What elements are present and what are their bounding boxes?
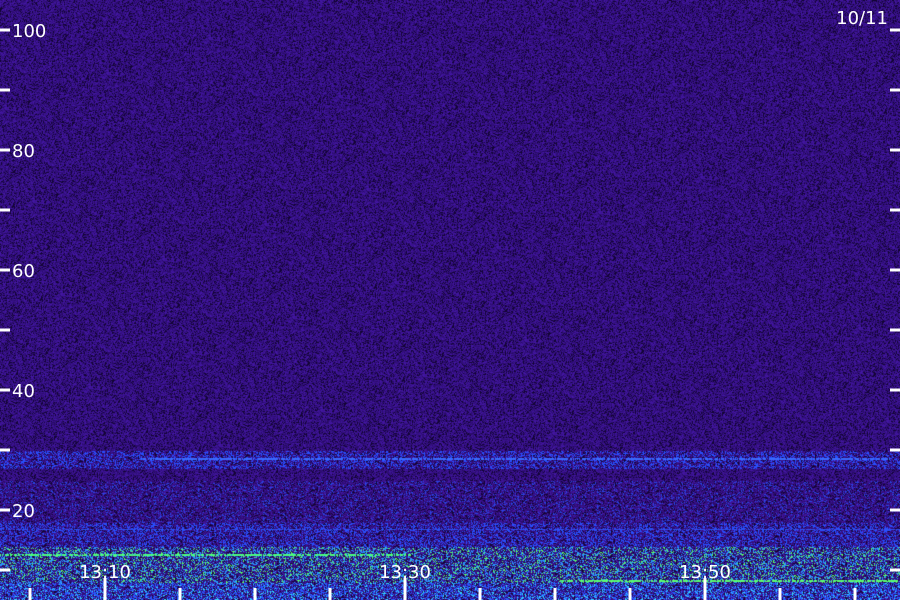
date-label: 10/11 [836,8,888,29]
y-tick-label: 100 [12,21,46,42]
spectrogram-chart: 20 40 60 80 100 13:10 13:30 13:50 10/11 [0,0,900,600]
x-tick-label: 13:50 [679,562,731,583]
y-tick-label: 20 [12,501,35,522]
y-axis: 20 40 60 80 100 [0,21,900,572]
y-tick-label: 60 [12,261,35,282]
x-tick-label: 13:10 [79,562,131,583]
x-axis: 13:10 13:30 13:50 [28,562,857,600]
y-tick-label: 40 [12,381,35,402]
y-tick-label: 80 [12,141,35,162]
chart-axes: 20 40 60 80 100 13:10 13:30 13:50 10/11 [0,8,900,600]
x-tick-label: 13:30 [379,562,431,583]
